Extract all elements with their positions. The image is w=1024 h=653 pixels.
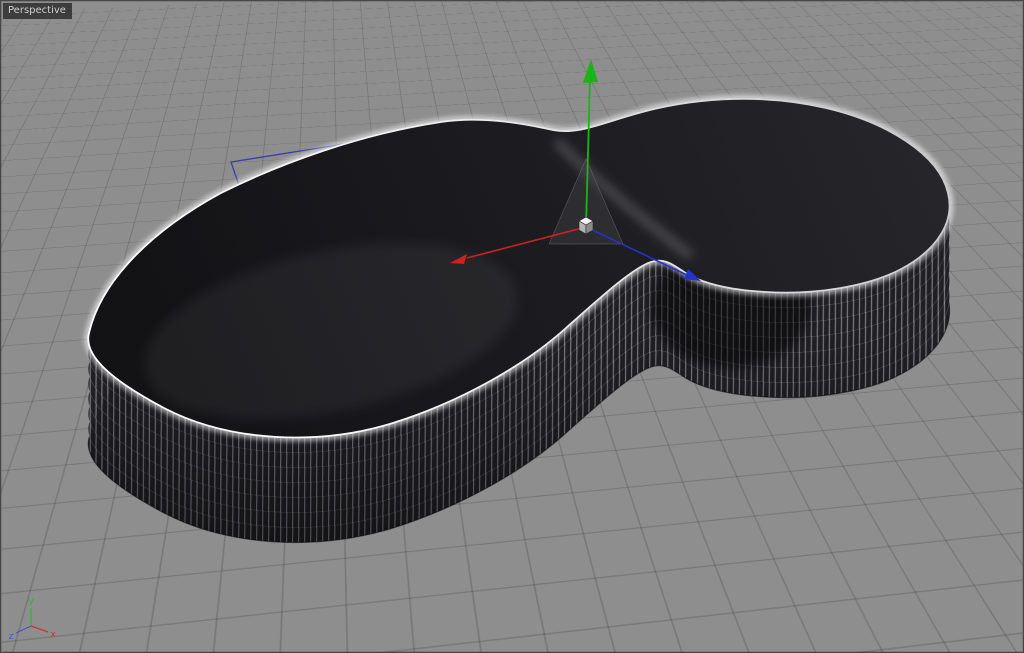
- scene-svg: y x z: [1, 1, 1024, 653]
- mini-axis-y-label: y: [28, 597, 34, 607]
- mini-axis-z-label: z: [9, 632, 14, 642]
- viewport-camera-label[interactable]: Perspective: [3, 3, 72, 19]
- mini-axis-x-label: x: [50, 630, 56, 640]
- gizmo-origin-cube[interactable]: [579, 217, 593, 234]
- mini-axis-z-line: [16, 626, 31, 633]
- mesh-object[interactable]: [1, 1, 1024, 653]
- viewport-3d[interactable]: Perspective: [0, 0, 1024, 653]
- mini-axis-x-line: [31, 626, 48, 632]
- mini-axis: y x z: [9, 597, 57, 642]
